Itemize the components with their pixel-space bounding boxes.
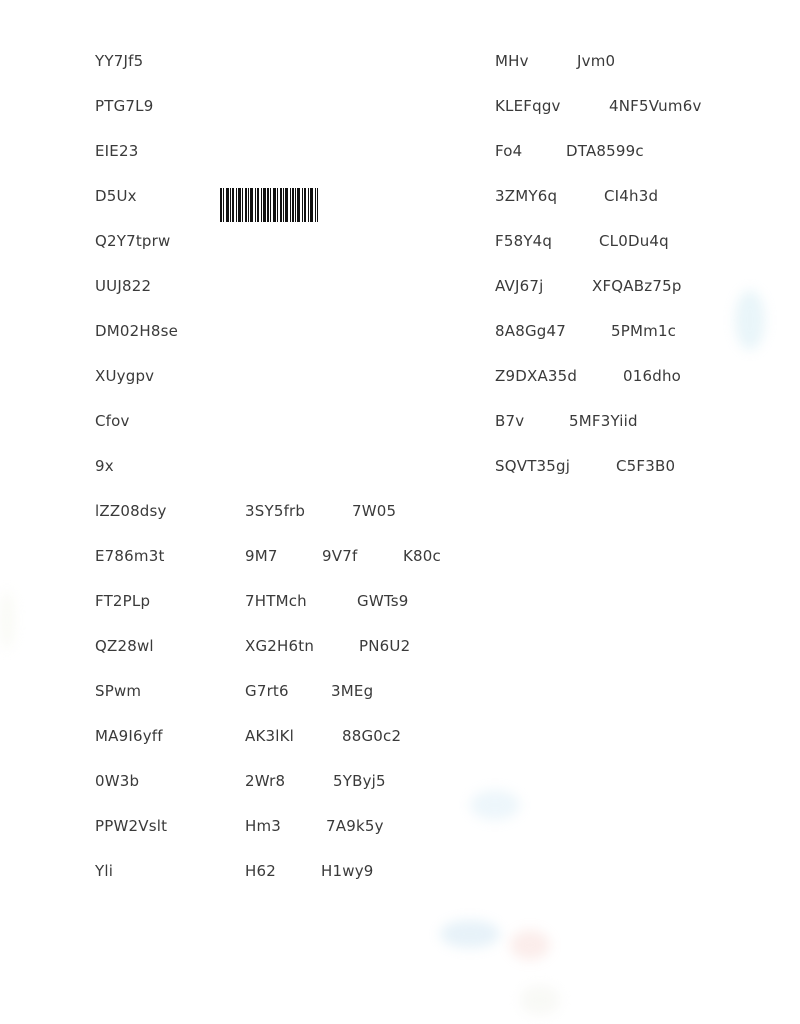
code-cell: MHv — [495, 52, 529, 70]
code-cell: Jvm0 — [577, 52, 616, 70]
code-cell: EIE23 — [95, 142, 139, 160]
code-cell: B7v — [495, 412, 525, 430]
code-cell: D5Ux — [95, 187, 137, 205]
code-cell: CL0Du4q — [599, 232, 669, 250]
code-cell: 88G0c2 — [342, 727, 402, 745]
code-cell: KLEFqgv — [495, 97, 561, 115]
code-cell: 7A9k5y — [326, 817, 384, 835]
code-cell: H62 — [245, 862, 276, 880]
code-cell: Yli — [95, 862, 114, 880]
code-cell: G7rt6 — [245, 682, 289, 700]
code-cell: 016dho — [623, 367, 682, 385]
code-cell: YY7Jf5 — [95, 52, 144, 70]
code-cell: 7HTMch — [245, 592, 307, 610]
code-cell: CI4h3d — [604, 187, 659, 205]
document-page: YY7Jf5 PTG7L9 EIE23 D5Ux Q2Y7tprw UUJ822… — [0, 0, 800, 1024]
barcode-image — [220, 188, 318, 222]
background-smudge — [0, 590, 14, 650]
code-cell: 3MEg — [331, 682, 374, 700]
code-cell: GWTs9 — [357, 592, 409, 610]
code-cell: K80c — [403, 547, 441, 565]
code-cell: 9M7 — [245, 547, 278, 565]
code-cell: PN6U2 — [359, 637, 411, 655]
code-cell: MA9I6yff — [95, 727, 163, 745]
code-cell: Fo4 — [495, 142, 523, 160]
code-cell: XFQABz75p — [592, 277, 682, 295]
code-cell: DM02H8se — [95, 322, 179, 340]
code-cell: Cfov — [95, 412, 130, 430]
code-cell: XUygpv — [95, 367, 155, 385]
code-cell: XG2H6tn — [245, 637, 315, 655]
code-cell: 3ZMY6q — [495, 187, 558, 205]
code-cell: Hm3 — [245, 817, 282, 835]
code-cell: FT2PLp — [95, 592, 151, 610]
code-cell: E786m3t — [95, 547, 165, 565]
code-cell: 0W3b — [95, 772, 140, 790]
code-cell: Q2Y7tprw — [95, 232, 171, 250]
code-cell: AVJ67j — [495, 277, 544, 295]
code-cell: 7W05 — [352, 502, 397, 520]
background-smudge — [470, 790, 520, 820]
background-smudge — [510, 930, 550, 960]
code-cell: DTA8599c — [566, 142, 644, 160]
code-cell: SPwm — [95, 682, 142, 700]
background-smudge — [735, 290, 765, 350]
code-cell: H1wy9 — [321, 862, 374, 880]
code-cell: lZZ08dsy — [95, 502, 167, 520]
code-cell: 9V7f — [322, 547, 358, 565]
code-cell: PTG7L9 — [95, 97, 154, 115]
code-cell: 4NF5Vum6v — [609, 97, 702, 115]
code-cell: 9x — [95, 457, 114, 475]
code-cell: QZ28wl — [95, 637, 154, 655]
code-cell: 2Wr8 — [245, 772, 286, 790]
code-cell: 3SY5frb — [245, 502, 306, 520]
code-cell: Z9DXA35d — [495, 367, 578, 385]
code-cell: C5F3B0 — [616, 457, 676, 475]
code-cell: 5YByj5 — [333, 772, 386, 790]
code-cell: PPW2Vslt — [95, 817, 168, 835]
background-smudge — [440, 920, 500, 948]
background-smudge — [520, 985, 560, 1015]
code-cell: 8A8Gg47 — [495, 322, 566, 340]
code-cell: F58Y4q — [495, 232, 553, 250]
code-cell: AK3lKl — [245, 727, 295, 745]
code-cell: 5PMm1c — [611, 322, 677, 340]
code-cell: 5MF3Yiid — [569, 412, 638, 430]
code-cell: SQVT35gj — [495, 457, 571, 475]
code-cell: UUJ822 — [95, 277, 152, 295]
